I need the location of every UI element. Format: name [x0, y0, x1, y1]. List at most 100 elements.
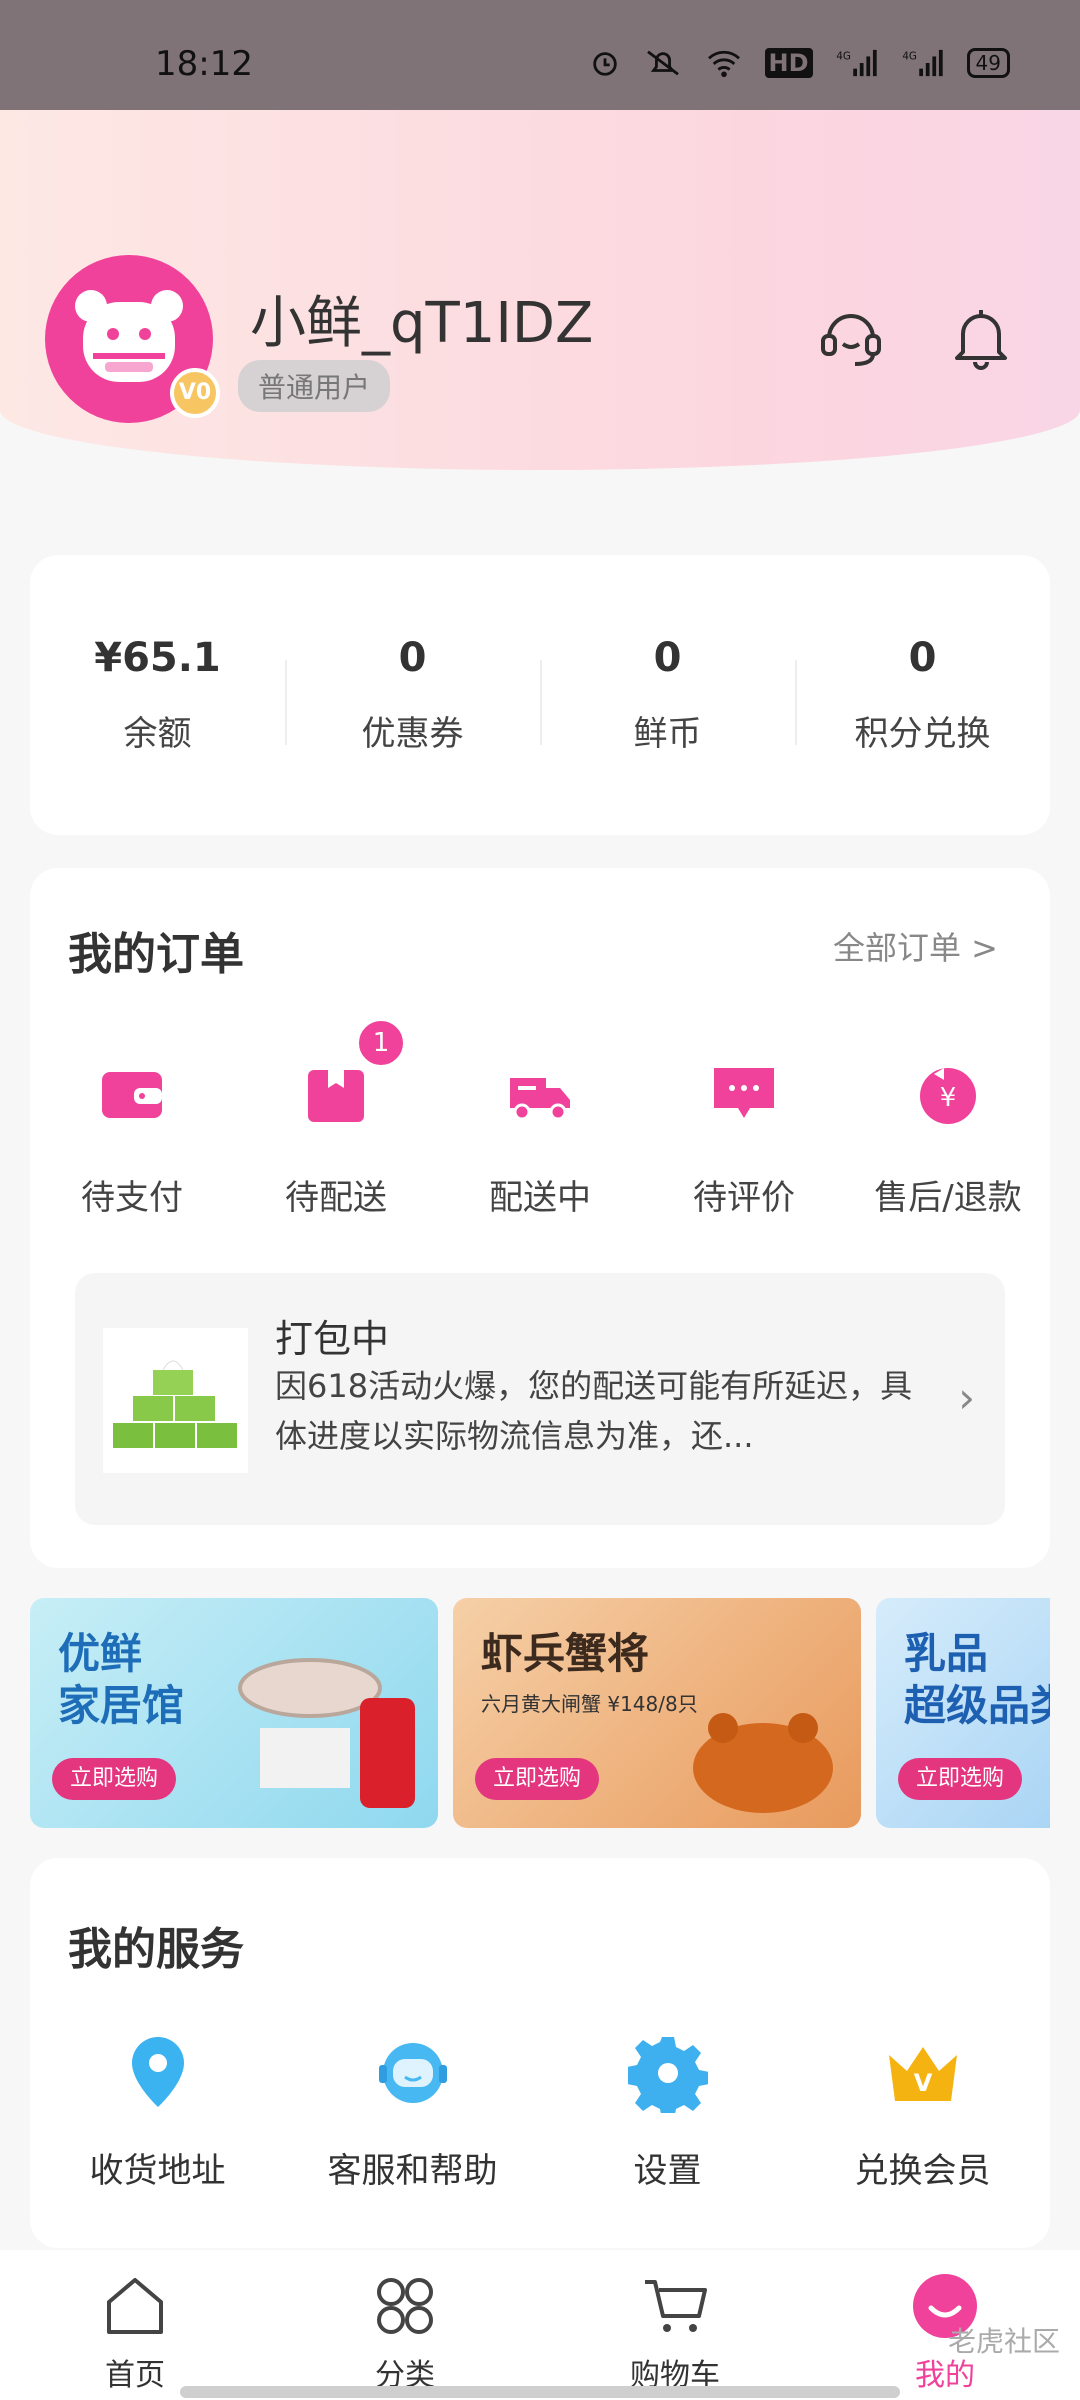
order-status-label: 待配送	[285, 1178, 387, 1218]
banner-subtitle: 六月黄大闸蟹 ¥148/8只	[481, 1692, 698, 1716]
home-indicator[interactable]	[180, 2386, 900, 2398]
gear-icon	[627, 2037, 708, 2113]
bear-avatar-icon	[75, 290, 183, 382]
banner-title-line: 乳品	[904, 1629, 989, 1678]
box-icon	[308, 1070, 364, 1122]
category-icon	[377, 2278, 433, 2334]
service-label: 兑换会员	[854, 2151, 991, 2191]
stat-label: 鲜币	[633, 714, 702, 754]
cart-icon	[645, 2280, 707, 2332]
crown-icon: V	[888, 2047, 957, 2101]
banner-title-line: 家居馆	[58, 1681, 185, 1730]
banner-seafood[interactable]: 虾兵蟹将 六月黄大闸蟹 ¥148/8只 立即选购	[453, 1598, 861, 1828]
stat-label: 积分兑换	[854, 714, 991, 754]
stat-balance[interactable]: ¥65.1 余额	[30, 555, 285, 835]
bottom-tab-bar: 首页 分类 购物车 我的	[0, 2250, 1080, 2400]
svg-text:V: V	[913, 2069, 932, 2097]
all-orders-link[interactable]: 全部订单 >	[833, 923, 998, 969]
status-time: 18:12	[155, 44, 253, 84]
order-status-row: 待支付 1 待配送 配送中 待评价 ¥ 售后/退款	[30, 1018, 1050, 1219]
wallet-icon	[102, 1072, 162, 1118]
stat-label: 余额	[123, 714, 192, 754]
package-status-card[interactable]: 打包中 因618活动火爆，您的配送可能有所延迟，具体进度以实际物流信息为准，还.…	[75, 1273, 1005, 1525]
stat-points[interactable]: 0 积分兑换	[795, 555, 1050, 835]
status-bar: 18:12 HD 4G 4G 49	[0, 0, 1080, 110]
stat-value: 0	[653, 635, 682, 681]
tissue-stack-image	[113, 1360, 237, 1448]
tab-category[interactable]: 分类	[270, 2250, 540, 2400]
stat-label: 优惠券	[361, 714, 464, 754]
cookware-product-image	[238, 1658, 415, 1808]
product-thumbnail	[103, 1328, 248, 1473]
order-status-label: 售后/退款	[874, 1178, 1022, 1218]
services-title: 我的服务	[68, 1924, 244, 1975]
status-icons: HD 4G 4G 49	[589, 48, 1010, 78]
notification-badge: 1	[356, 1018, 406, 1068]
banner-title-line: 超级品类	[904, 1681, 1050, 1730]
svg-text:4G: 4G	[836, 50, 851, 62]
order-status-label: 待评价	[693, 1178, 795, 1218]
stat-value: 0	[398, 635, 427, 681]
customer-service-icon	[378, 2043, 447, 2103]
tab-label: 首页	[105, 2358, 165, 2393]
stat-value: ¥65.1	[94, 635, 221, 681]
banner-home-goods[interactable]: 优鲜 家居馆 立即选购	[30, 1598, 438, 1828]
watermark: 老虎社区	[947, 2325, 1060, 2358]
banner-dairy[interactable]: 乳品超级品类 立即选购	[876, 1598, 1050, 1828]
services-row: 收货地址 客服和帮助 设置 V 兑换会员	[30, 2033, 1050, 2192]
truck-icon	[510, 1078, 570, 1121]
tab-home[interactable]: 首页	[0, 2250, 270, 2400]
hd-icon: HD	[764, 48, 813, 78]
banner-title: 乳品超级品类	[904, 1628, 1050, 1732]
order-status-label: 待支付	[81, 1178, 183, 1218]
service-address[interactable]: 收货地址	[30, 2033, 285, 2192]
orders-title: 我的订单	[68, 929, 244, 980]
banner-title: 优鲜 家居馆	[58, 1628, 184, 1732]
chevron-right-icon: ›	[958, 1373, 975, 1422]
order-status-label: 配送中	[489, 1178, 591, 1218]
order-pending-delivery[interactable]: 1 待配送	[234, 1018, 438, 1219]
service-label: 客服和帮助	[327, 2151, 498, 2191]
customer-service-headset-icon[interactable]	[815, 300, 887, 372]
stat-coupons[interactable]: 0 优惠券	[285, 555, 540, 835]
service-customer-help[interactable]: 客服和帮助	[285, 2033, 540, 2192]
promo-banner-carousel: 优鲜 家居馆 立即选购 虾兵蟹将 六月黄大闸蟹 ¥148/8只 立即选购 乳品 超级…	[30, 1598, 1050, 1828]
tab-cart[interactable]: 购物车	[540, 2250, 810, 2400]
user-level-tag: 普通用户	[238, 360, 391, 412]
refund-icon: ¥	[920, 1068, 976, 1124]
signal-icon: 4G	[836, 49, 877, 77]
stat-coins[interactable]: 0 鲜币	[540, 555, 795, 835]
svg-text:4G: 4G	[902, 50, 917, 62]
crab-product-image	[693, 1713, 833, 1813]
alarm-icon	[592, 52, 617, 76]
username: 小鲜_qT1IDZ	[250, 291, 594, 356]
package-status-desc: 因618活动火爆，您的配送可能有所延迟，具体进度以实际物流信息为准，还...	[275, 1367, 913, 1455]
service-settings[interactable]: 设置	[540, 2033, 795, 2192]
shop-now-button[interactable]: 立即选购	[52, 1758, 177, 1800]
bell-icon[interactable]	[945, 300, 1017, 372]
my-services-card: 我的服务 收货地址 客服和帮助 设置 V 兑换会员	[30, 1858, 1050, 2248]
comment-icon	[714, 1068, 774, 1118]
shop-now-button[interactable]: 立即选购	[898, 1758, 1023, 1800]
home-icon	[107, 2278, 163, 2334]
my-orders-card: 我的订单 全部订单 > 待支付 1 待配送 配送中 待评价 ¥ 售后/退款 打包…	[30, 868, 1050, 1568]
svg-text:¥: ¥	[940, 1083, 957, 1113]
service-redeem-membership[interactable]: V 兑换会员	[795, 2033, 1050, 2192]
signal-icon-2: 4G	[902, 49, 943, 77]
account-stats-card: ¥65.1 余额 0 优惠券 0 鲜币 0 积分兑换	[30, 555, 1050, 835]
banner-title-line: 优鲜	[58, 1629, 143, 1678]
wifi-icon	[707, 50, 740, 78]
order-in-delivery[interactable]: 配送中	[438, 1038, 642, 1219]
banner-title: 虾兵蟹将	[481, 1629, 650, 1678]
service-label: 设置	[633, 2151, 702, 2191]
order-pending-payment[interactable]: 待支付	[30, 1038, 234, 1219]
order-after-sales[interactable]: ¥ 售后/退款	[846, 1038, 1050, 1219]
mute-icon	[646, 50, 679, 76]
order-pending-review[interactable]: 待评价	[642, 1038, 846, 1219]
battery-icon: 49	[966, 48, 1010, 78]
location-pin-icon	[131, 2037, 184, 2107]
shop-now-button[interactable]: 立即选购	[475, 1758, 600, 1800]
service-label: 收货地址	[89, 2151, 226, 2191]
stat-value: 0	[908, 635, 937, 681]
package-status-title: 打包中	[275, 1317, 390, 1361]
